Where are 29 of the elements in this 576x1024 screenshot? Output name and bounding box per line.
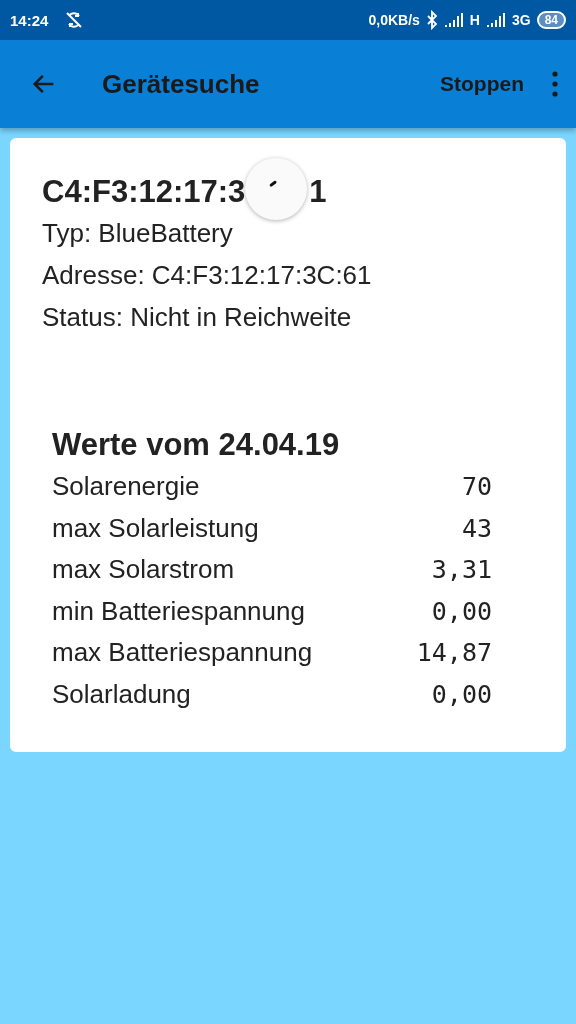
battery-level: 84 — [536, 11, 566, 29]
device-heading: C4:F3:12:17:3 — [42, 173, 246, 211]
bluetooth-icon — [425, 10, 438, 30]
value-label: max Solarstrom — [52, 553, 236, 586]
signal-icon — [485, 12, 506, 28]
value-label: max Batteriespannung — [52, 636, 314, 669]
device-info: Adresse: C4:F3:12:17:3C:61 — [42, 259, 373, 292]
network-type: 3G — [511, 12, 531, 28]
clock: 14:24 — [10, 11, 49, 29]
device-heading: 1 — [309, 173, 327, 211]
value-reading: 70 — [460, 471, 492, 503]
value-reading: 0,00 — [430, 678, 492, 711]
network-type: H — [469, 12, 480, 28]
more-icon — [552, 71, 558, 97]
stop-button[interactable]: Stoppen — [432, 66, 532, 102]
value-reading: 0,00 — [430, 595, 492, 628]
device-info: Status: Nicht in Reichweite — [42, 301, 353, 334]
value-label: min Batteriespannung — [52, 594, 306, 628]
value-label: max Solarleistung — [52, 511, 260, 545]
device-info: Typ: BlueBattery — [42, 217, 234, 250]
values-title: Werte vom 24.04.19 — [52, 426, 341, 464]
screen-title: Gerätesuche — [102, 68, 260, 100]
value-reading: 3,31 — [430, 554, 492, 586]
value-reading: 14,87 — [416, 637, 492, 669]
signal-icon — [443, 12, 464, 28]
value-label: Solarenergie — [52, 470, 201, 503]
value-label: Solarladung — [52, 677, 192, 711]
network-speed: 0,0KB/s — [368, 12, 420, 28]
value-reading: 43 — [460, 512, 492, 545]
